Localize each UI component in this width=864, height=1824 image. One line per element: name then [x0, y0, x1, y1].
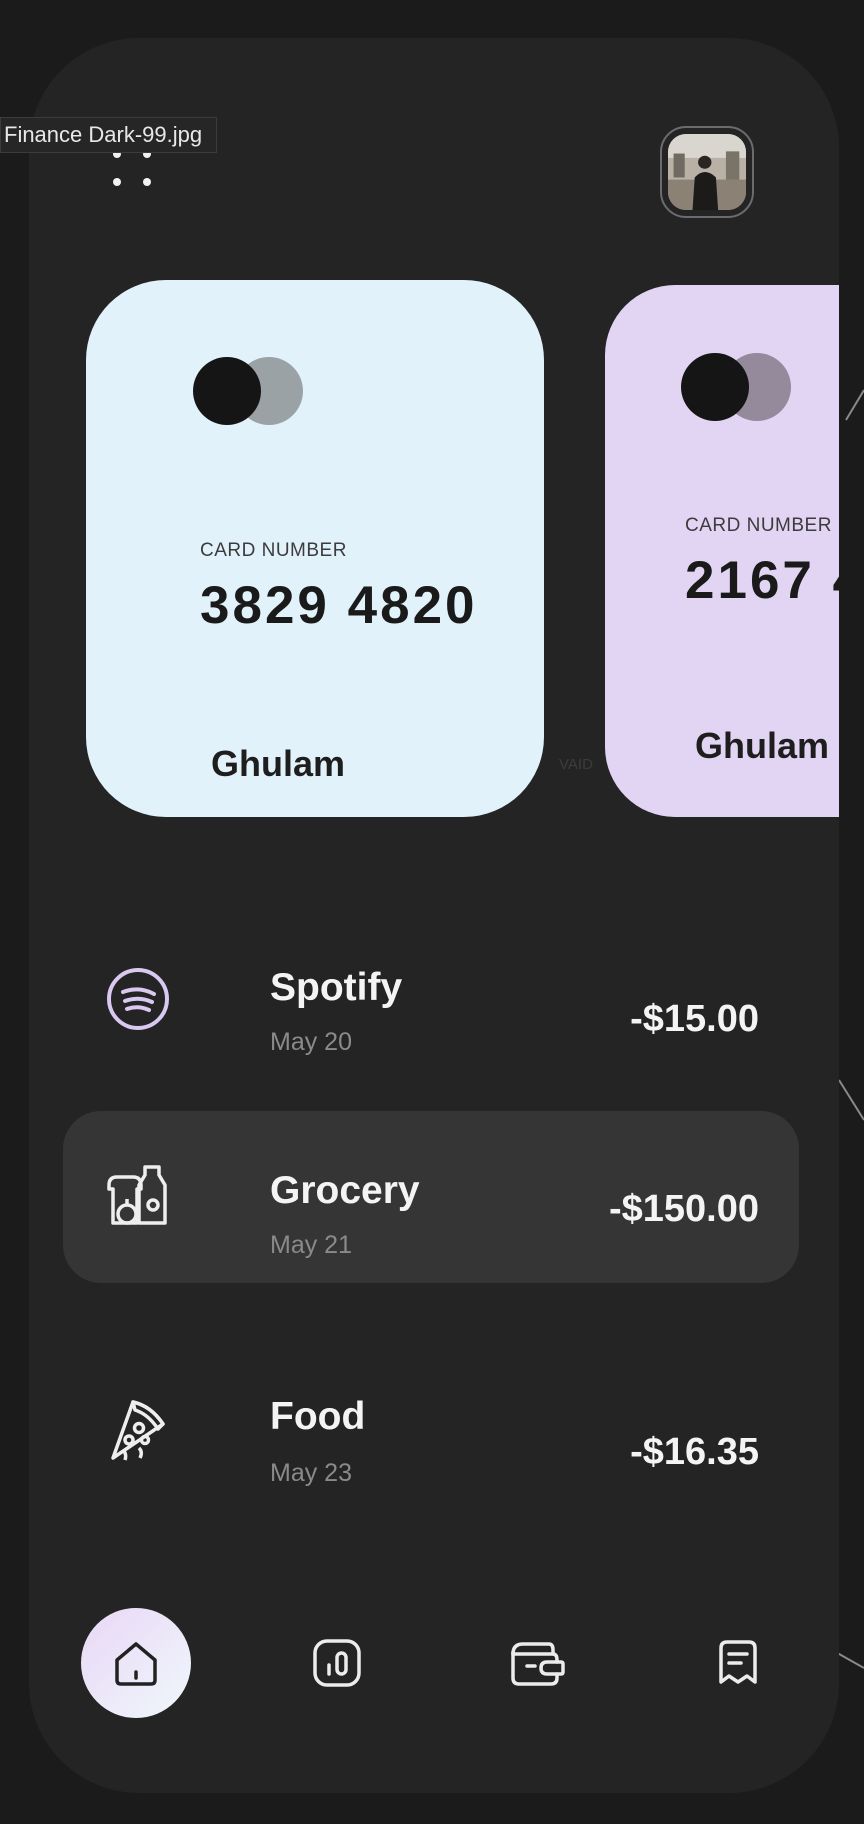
card-logo-icon: [193, 357, 303, 427]
nav-home[interactable]: [81, 1608, 191, 1718]
nav-receipts[interactable]: [683, 1608, 793, 1718]
card-number: 2167 4: [685, 551, 839, 610]
card-number-label: CARD NUMBER: [685, 515, 832, 536]
home-icon: [115, 1642, 157, 1686]
transaction-row[interactable]: Spotify May 20 -$15.00: [63, 906, 799, 1078]
card-secondary[interactable]: CARD NUMBER 2167 4 Ghulam: [605, 285, 839, 817]
nav-stats[interactable]: [282, 1608, 392, 1718]
transaction-row[interactable]: Grocery May 21 -$150.00: [63, 1111, 799, 1283]
pizza-icon: [103, 1394, 173, 1464]
transaction-amount: -$15.00: [630, 998, 759, 1040]
transaction-amount: -$16.35: [630, 1431, 759, 1473]
transaction-date: May 20: [270, 1028, 352, 1056]
nav-wallet[interactable]: [482, 1608, 592, 1718]
profile-avatar[interactable]: [660, 126, 754, 218]
filename-tag: Finance Dark-99.jpg: [0, 117, 218, 153]
card-number: 3829 4820: [200, 576, 478, 635]
bottom-nav: [29, 1608, 839, 1738]
card-logo-icon: [681, 353, 791, 423]
card-holder-name: Ghulam: [695, 725, 830, 766]
dots-menu-icon[interactable]: [113, 150, 193, 238]
grocery-icon: [103, 1163, 173, 1233]
transaction-name: Spotify: [270, 966, 403, 1009]
spotify-icon: [103, 964, 173, 1034]
transaction-name: Food: [270, 1395, 366, 1438]
transaction-date: May 21: [270, 1231, 352, 1259]
transaction-row[interactable]: Food May 23 -$16.35: [63, 1328, 799, 1500]
transaction-amount: -$150.00: [608, 1188, 759, 1230]
transaction-name: Grocery: [270, 1169, 420, 1212]
card-number-label: CARD NUMBER: [200, 540, 347, 561]
avatar-photo: [668, 134, 746, 210]
stats-icon: [313, 1639, 361, 1687]
receipt-icon: [719, 1640, 757, 1684]
phone-screen: CARD NUMBER 3829 4820 Ghulam CARD NUMBER…: [29, 38, 839, 1793]
card-holder-name: Ghulam: [211, 743, 346, 784]
card-primary[interactable]: CARD NUMBER 3829 4820 Ghulam: [86, 280, 544, 817]
wallet-icon: [511, 1642, 565, 1686]
transaction-date: May 23: [270, 1459, 352, 1487]
card-valid-label: VAID: [559, 756, 593, 773]
